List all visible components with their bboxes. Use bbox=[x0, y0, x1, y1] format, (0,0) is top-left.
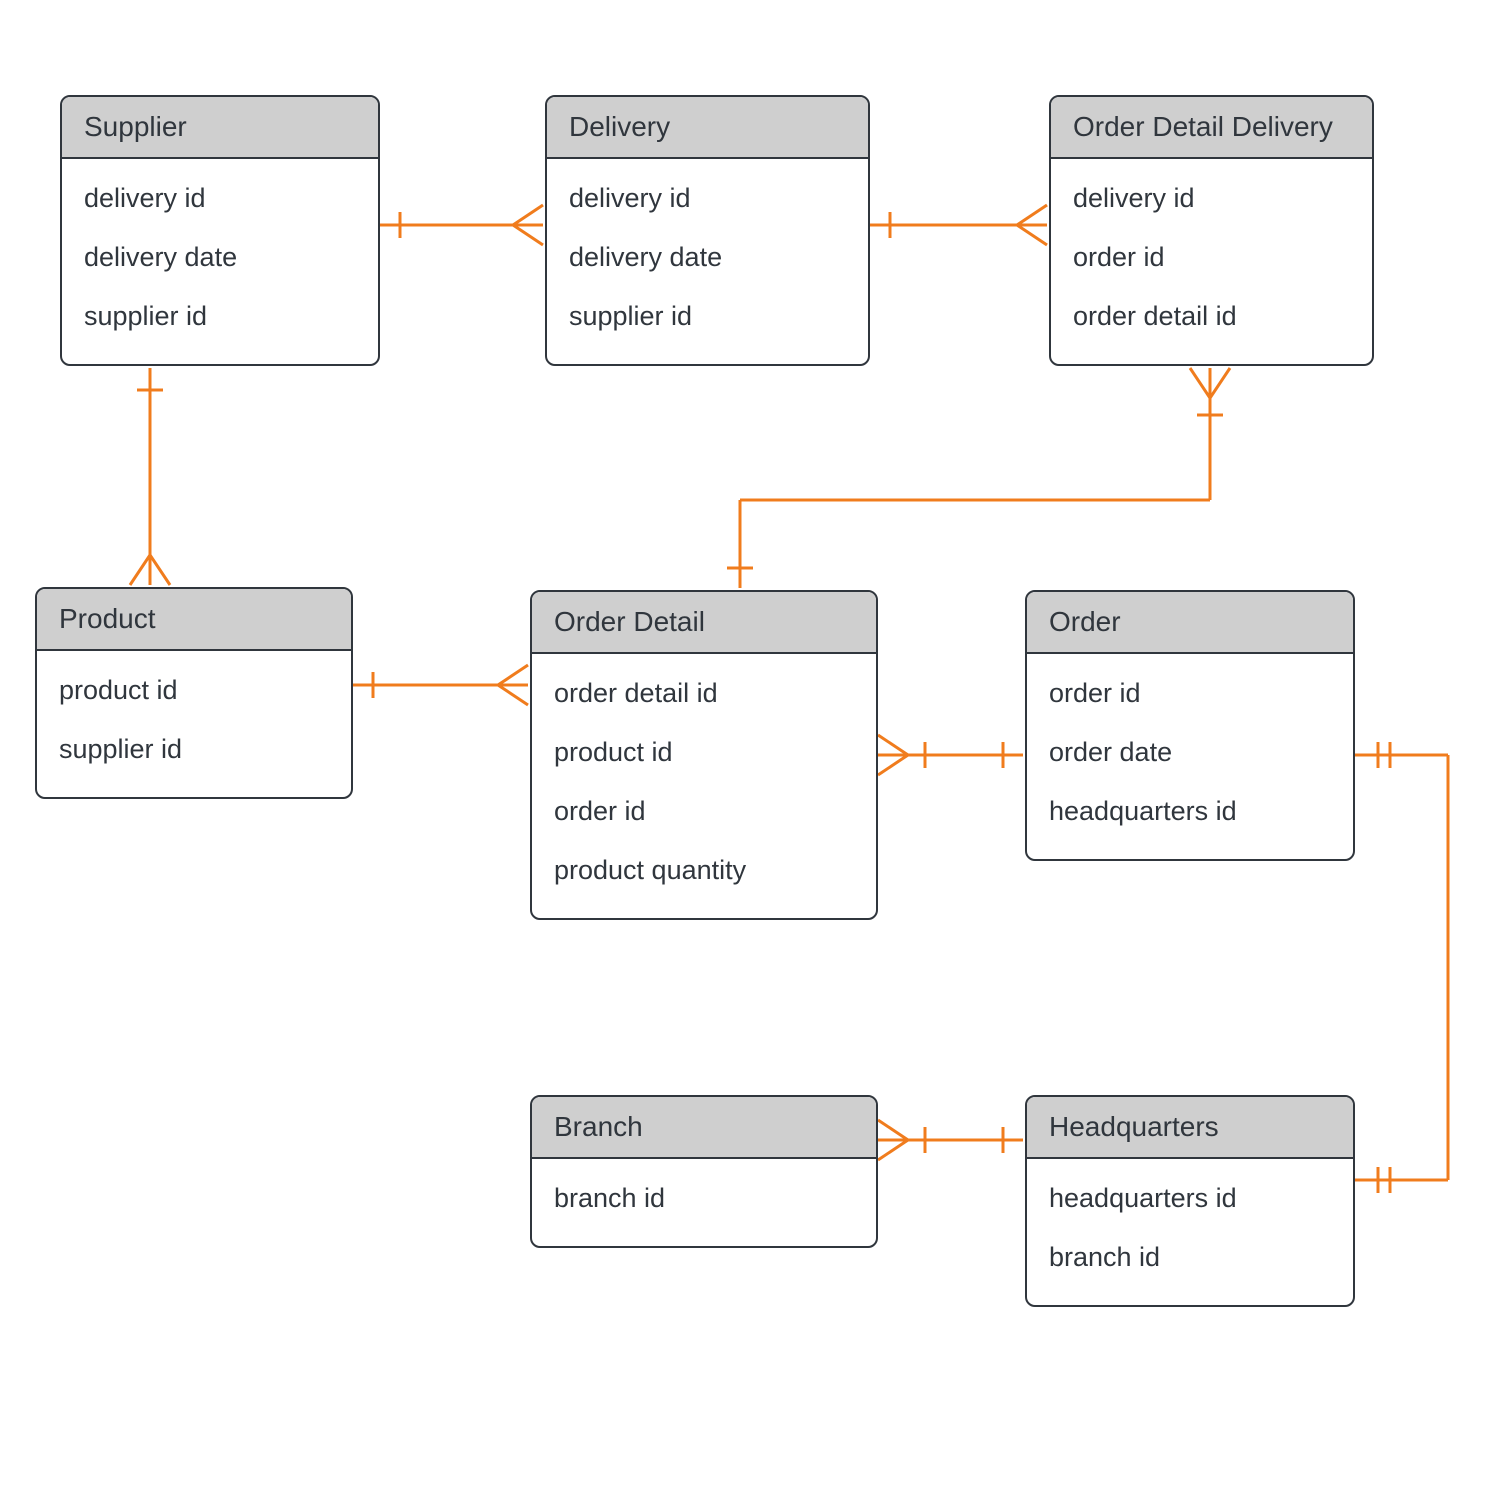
entity-attr: delivery id bbox=[569, 169, 846, 228]
entity-attr: branch id bbox=[1049, 1228, 1331, 1287]
entity-delivery[interactable]: Delivery delivery id delivery date suppl… bbox=[545, 95, 870, 366]
entity-attr: delivery id bbox=[84, 169, 356, 228]
entity-attr: product id bbox=[59, 661, 329, 720]
rel-orderdetail-order bbox=[878, 735, 1023, 775]
entity-title: Order Detail Delivery bbox=[1051, 97, 1372, 159]
entity-attr: headquarters id bbox=[1049, 782, 1331, 841]
entity-order-detail-delivery[interactable]: Order Detail Delivery delivery id order … bbox=[1049, 95, 1374, 366]
entity-attr: order id bbox=[554, 782, 854, 841]
rel-supplier-delivery bbox=[380, 205, 543, 245]
entity-attr: headquarters id bbox=[1049, 1169, 1331, 1228]
entity-order[interactable]: Order order id order date headquarters i… bbox=[1025, 590, 1355, 861]
entity-supplier[interactable]: Supplier delivery id delivery date suppl… bbox=[60, 95, 380, 366]
er-diagram-canvas: Supplier delivery id delivery date suppl… bbox=[0, 0, 1500, 1500]
entity-title: Branch bbox=[532, 1097, 876, 1159]
rel-order-headquarters bbox=[1355, 742, 1448, 1193]
entity-attr: supplier id bbox=[569, 287, 846, 346]
rel-branch-headquarters bbox=[878, 1120, 1023, 1160]
entity-attr: delivery date bbox=[84, 228, 356, 287]
entity-attr: order detail id bbox=[554, 664, 854, 723]
rel-orderdetail-odd bbox=[727, 368, 1230, 588]
entity-title: Order Detail bbox=[532, 592, 876, 654]
entity-attr: delivery date bbox=[569, 228, 846, 287]
rel-product-orderdetail bbox=[353, 665, 528, 705]
entity-product[interactable]: Product product id supplier id bbox=[35, 587, 353, 799]
entity-branch[interactable]: Branch branch id bbox=[530, 1095, 878, 1248]
entity-attr: product id bbox=[554, 723, 854, 782]
entity-attr: order id bbox=[1049, 664, 1331, 723]
entity-headquarters[interactable]: Headquarters headquarters id branch id bbox=[1025, 1095, 1355, 1307]
entity-attr: product quantity bbox=[554, 841, 854, 900]
entity-title: Order bbox=[1027, 592, 1353, 654]
entity-attr: order date bbox=[1049, 723, 1331, 782]
entity-attr: order detail id bbox=[1073, 287, 1350, 346]
entity-attr: supplier id bbox=[84, 287, 356, 346]
entity-attr: delivery id bbox=[1073, 169, 1350, 228]
entity-title: Product bbox=[37, 589, 351, 651]
entity-title: Headquarters bbox=[1027, 1097, 1353, 1159]
rel-delivery-odd bbox=[870, 205, 1047, 245]
entity-title: Supplier bbox=[62, 97, 378, 159]
entity-attr: supplier id bbox=[59, 720, 329, 779]
rel-supplier-product bbox=[130, 368, 170, 585]
entity-order-detail[interactable]: Order Detail order detail id product id … bbox=[530, 590, 878, 920]
entity-attr: branch id bbox=[554, 1169, 854, 1228]
entity-title: Delivery bbox=[547, 97, 868, 159]
entity-attr: order id bbox=[1073, 228, 1350, 287]
